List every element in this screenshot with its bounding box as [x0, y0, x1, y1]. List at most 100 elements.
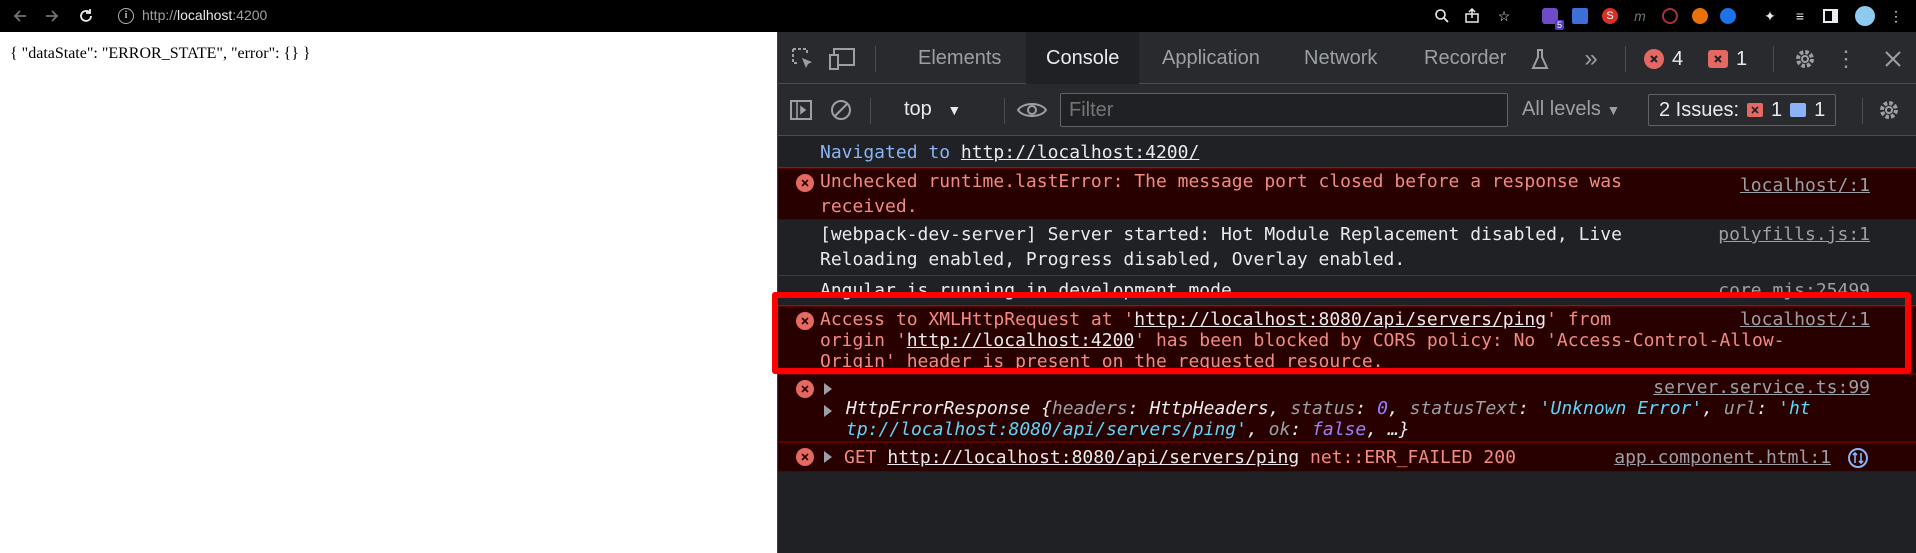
inspect-element-icon[interactable] — [790, 46, 816, 72]
error-count: 4 — [1672, 47, 1684, 70]
context-selector[interactable]: top ▼ — [904, 98, 961, 121]
resp-punct: , — [1268, 398, 1291, 419]
tab-search-icon[interactable]: ≡ — [1790, 6, 1810, 26]
resp-value: HttpHeaders — [1149, 398, 1269, 419]
extension-2-icon[interactable] — [1570, 6, 1590, 26]
device-toolbar-icon[interactable] — [828, 46, 858, 72]
console-messages: Navigated to http://localhost:4200/ Unch… — [772, 136, 1916, 553]
close-devtools-icon[interactable] — [1880, 46, 1906, 72]
error-icon — [796, 174, 814, 192]
resp-punct: : — [1355, 398, 1378, 419]
back-button[interactable] — [6, 0, 34, 32]
error-count-badge[interactable]: 4 — [1644, 46, 1683, 72]
tab-console[interactable]: Console — [1026, 32, 1140, 84]
arrow-left-icon — [13, 10, 26, 22]
error-icon — [796, 448, 814, 466]
log-levels-dropdown[interactable]: All levels ▼ — [1522, 98, 1620, 121]
extension-6-icon[interactable] — [1690, 6, 1710, 26]
get-method: GET — [844, 447, 888, 468]
reload-button[interactable] — [72, 0, 100, 32]
resp-value: 0 — [1377, 398, 1388, 419]
issue-count-badge[interactable]: 1 — [1708, 46, 1747, 72]
webpack-text-line2: Reloading enabled, Progress disabled, Ov… — [820, 249, 1406, 270]
tab-separator — [1773, 46, 1774, 72]
tab-network[interactable]: Network — [1304, 32, 1377, 84]
devtools-panel: Elements Console Application Network Rec… — [772, 32, 1916, 553]
profile-avatar[interactable] — [1855, 6, 1875, 26]
resp-punct: , — [1246, 419, 1269, 440]
page-json-output: { "dataState": "ERROR_STATE", "error": {… — [10, 45, 311, 62]
resp-key: headers — [1051, 398, 1128, 419]
url-port: :4200 — [232, 7, 268, 23]
side-panel-icon[interactable] — [1820, 6, 1840, 26]
extension-4-icon[interactable]: m — [1630, 6, 1650, 26]
extension-5-icon[interactable] — [1660, 6, 1680, 26]
issues-info-count: 1 — [1814, 98, 1826, 121]
bookmark-star-icon[interactable]: ☆ — [1494, 6, 1514, 26]
expand-triangle-icon[interactable] — [824, 405, 832, 417]
toolbar-separator — [1862, 98, 1863, 124]
clear-console-icon[interactable] — [828, 97, 854, 123]
resp-key: statusText — [1409, 398, 1518, 419]
url-prefix: http:// — [142, 7, 178, 23]
error-text-line2: received. — [820, 196, 918, 217]
resp-key: url — [1723, 398, 1757, 419]
zoom-icon[interactable] — [1432, 6, 1452, 26]
tab-recorder[interactable]: Recorder — [1424, 32, 1506, 84]
extensions-puzzle-icon[interactable]: ✦ — [1760, 6, 1780, 26]
site-info-icon[interactable]: i — [118, 8, 134, 24]
resp-punct: : — [1127, 398, 1150, 419]
console-toolbar: top ▼ All levels ▼ 2 Issues: 1 1 — [778, 84, 1916, 136]
navigated-prefix: Navigated to — [820, 142, 961, 163]
issue-square-icon — [1708, 50, 1728, 68]
forward-button[interactable] — [38, 0, 66, 32]
devtools-tab-bar: Elements Console Application Network Rec… — [778, 32, 1916, 84]
resp-end: , …} — [1366, 419, 1410, 440]
resp-key: ok — [1268, 419, 1291, 440]
toolbar-separator — [1004, 98, 1005, 124]
navigated-link[interactable]: http://localhost:4200/ — [961, 142, 1199, 163]
webpack-text-line1: [webpack-dev-server] Server started: Hot… — [820, 224, 1622, 245]
more-tabs-icon[interactable]: » — [1578, 45, 1604, 72]
extension-3-icon[interactable]: S — [1600, 6, 1620, 26]
source-link[interactable]: app.component.html:1 — [1614, 445, 1831, 470]
http-response-line2: tp://localhost:8080/api/servers/ping', o… — [846, 417, 1410, 442]
get-line: GET http://localhost:8080/api/servers/pi… — [844, 445, 1516, 470]
annotation-highlight-box — [772, 292, 1911, 374]
resp-punct: , — [1387, 398, 1410, 419]
navigated-text: Navigated to http://localhost:4200/ — [820, 140, 1199, 165]
resp-value: tp://localhost:8080/api/servers/ping' — [846, 419, 1247, 440]
address-bar[interactable]: http://localhost:4200 — [142, 7, 267, 23]
kebab-menu-icon[interactable]: ⋮ — [1835, 46, 1857, 72]
expand-triangle-icon[interactable] — [824, 451, 832, 463]
resp-punct: : — [1756, 398, 1779, 419]
share-icon[interactable] — [1462, 6, 1482, 26]
show-sidebar-icon[interactable] — [788, 97, 814, 123]
issue-error-icon — [1747, 103, 1764, 117]
resp-value: 'Unknown Error' — [1539, 398, 1703, 419]
get-request-link[interactable]: http://localhost:8080/api/servers/ping — [887, 447, 1299, 468]
error-text-line1: Unchecked runtime.lastError: The message… — [820, 171, 1622, 192]
source-link[interactable]: polyfills.js:1 — [1718, 222, 1870, 247]
console-error-lasterror: Unchecked runtime.lastError: The message… — [778, 168, 1916, 220]
extension-7-icon[interactable] — [1718, 6, 1738, 26]
live-expression-eye-icon[interactable] — [1014, 97, 1050, 123]
resp-punct: : — [1290, 419, 1313, 440]
tab-elements[interactable]: Elements — [918, 32, 1001, 84]
flask-icon — [1530, 46, 1550, 72]
source-link[interactable]: localhost/:1 — [1740, 173, 1870, 198]
issues-button[interactable]: 2 Issues: 1 1 — [1648, 94, 1837, 126]
expand-triangle-icon[interactable] — [824, 383, 832, 395]
tab-separator — [875, 46, 876, 72]
reload-icon — [80, 9, 92, 22]
filter-input[interactable] — [1060, 93, 1508, 127]
dropdown-arrow-icon: ▼ — [1606, 102, 1621, 118]
network-request-icon[interactable] — [1847, 447, 1869, 469]
toolbar-separator — [870, 98, 871, 124]
tab-application[interactable]: Application — [1162, 32, 1260, 84]
menu-icon[interactable]: ⋮ — [1886, 6, 1906, 26]
console-message-webpack: [webpack-dev-server] Server started: Hot… — [778, 220, 1916, 276]
settings-gear-icon[interactable] — [1792, 46, 1818, 72]
extension-1-icon[interactable]: 5 — [1540, 6, 1564, 30]
console-settings-icon[interactable] — [1876, 97, 1902, 123]
